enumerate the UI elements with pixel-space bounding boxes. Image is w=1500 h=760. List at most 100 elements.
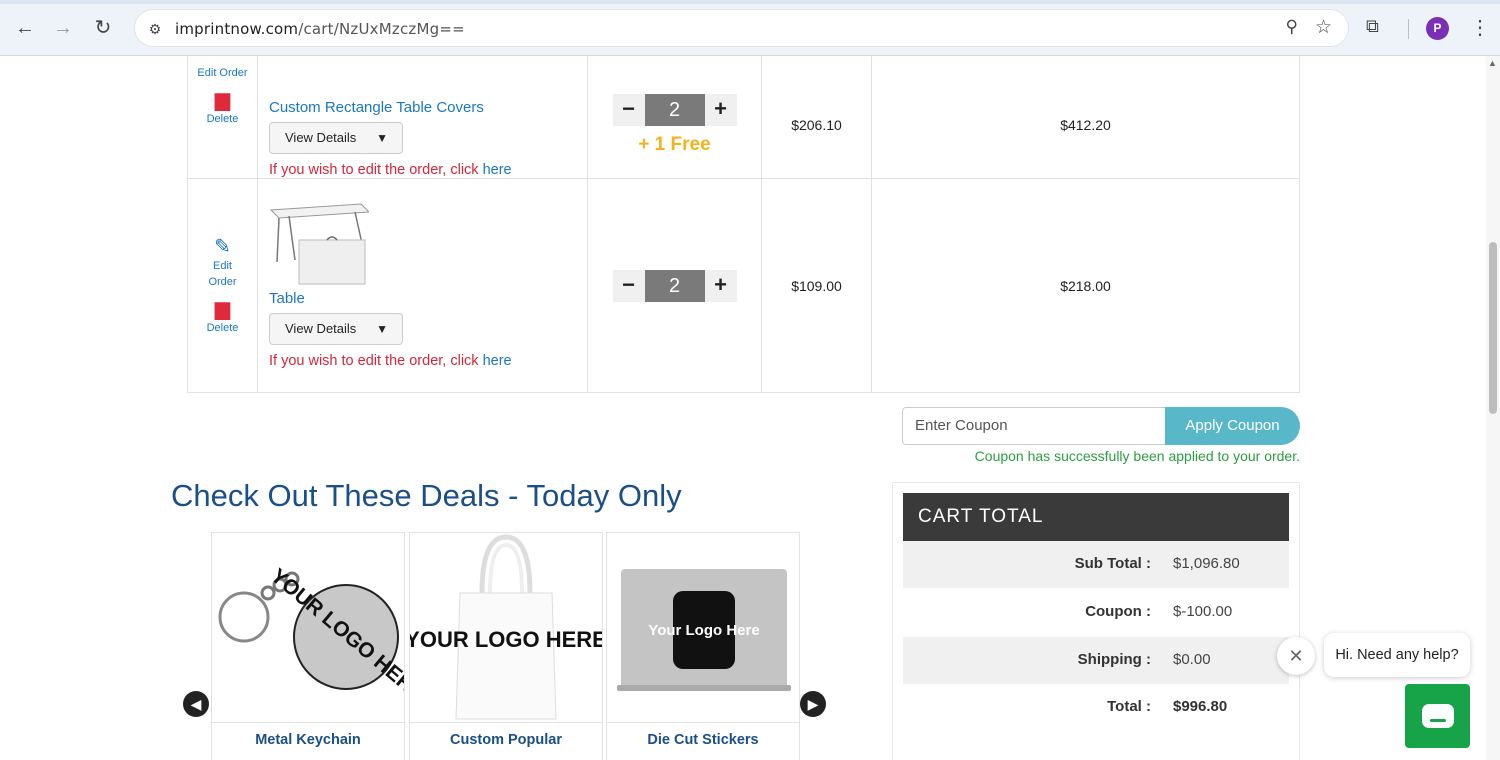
deal-name[interactable]: Metal Keychain xyxy=(212,732,404,748)
edit-note-text: If you wish to edit the order, click xyxy=(269,353,479,369)
edit-here-link[interactable]: here xyxy=(483,162,512,178)
toolbar-divider xyxy=(1408,19,1409,39)
quantity-stepper[interactable]: − 2 + xyxy=(612,93,737,126)
total-row: Total : $996.80 xyxy=(903,684,1289,731)
product-name-link[interactable]: Table xyxy=(269,290,587,307)
menu-kebab-icon[interactable]: ⋮ xyxy=(1470,15,1490,40)
delete-link[interactable]: Delete xyxy=(188,320,257,336)
edit-order-label-1: Edit xyxy=(213,259,232,272)
delete-link[interactable]: Delete xyxy=(188,111,257,127)
url-text[interactable]: imprintnow.com/cart/NzUxMzczMg== xyxy=(175,20,465,38)
subtotal-value: $1,096.80 xyxy=(1173,555,1240,572)
edit-order-link[interactable]: Edit Order xyxy=(188,65,257,81)
address-bar[interactable]: ⚙ imprintnow.com/cart/NzUxMzczMg== ⚲ ☆ xyxy=(134,9,1349,47)
coupon-label: Coupon : xyxy=(1085,603,1151,620)
forward-icon[interactable]: → xyxy=(50,14,76,42)
deal-name[interactable]: Custom Popular xyxy=(410,732,602,748)
line-total: $218.00 xyxy=(871,178,1300,393)
total-label: Total : xyxy=(1107,698,1151,715)
subtotal-row: Sub Total : $1,096.80 xyxy=(903,541,1289,588)
edit-note: If you wish to edit the order, click her… xyxy=(269,162,587,178)
profile-avatar[interactable]: P xyxy=(1426,17,1449,40)
chat-greeting-bubble[interactable]: Hi. Need any help? xyxy=(1324,633,1470,677)
product-name-link[interactable]: Custom Rectangle Table Covers xyxy=(269,99,587,116)
folding-table-illustration xyxy=(269,203,371,285)
laptop-sticker-illustration: Your Logo Here xyxy=(617,569,791,691)
logo-placeholder-text: Your Logo Here xyxy=(648,622,759,639)
shipping-row: Shipping : $0.00 xyxy=(903,637,1289,684)
view-details-dropdown[interactable]: View Details ▼ xyxy=(269,313,403,345)
chat-launcher-button[interactable] xyxy=(1405,684,1470,748)
edit-note-text: If you wish to edit the order, click xyxy=(269,162,479,178)
logo-placeholder-text: YOUR LOGO HERE xyxy=(410,627,602,652)
product-cell: Table View Details ▼ If you wish to edit… xyxy=(257,178,588,393)
coupon-row: Coupon : $-100.00 xyxy=(903,589,1289,636)
deal-image-stickers: Your Logo Here xyxy=(607,533,799,723)
reload-icon[interactable]: ↻ xyxy=(90,14,116,42)
chat-close-icon[interactable]: ✕ xyxy=(1277,637,1315,675)
edit-note: If you wish to edit the order, click her… xyxy=(269,353,587,369)
view-details-dropdown[interactable]: View Details ▼ xyxy=(269,122,403,154)
edit-here-link[interactable]: here xyxy=(483,353,512,369)
edit-icon[interactable]: ✎ xyxy=(188,236,257,258)
coupon-value: $-100.00 xyxy=(1173,603,1233,620)
page-content: Edit Order ▆ Delete Custom Rectangle Tab… xyxy=(0,56,1500,760)
quantity-value[interactable]: 2 xyxy=(644,269,705,302)
increase-quantity-button[interactable]: + xyxy=(704,93,737,126)
shipping-value: $0.00 xyxy=(1173,651,1211,668)
bookmark-star-icon[interactable]: ☆ xyxy=(1315,16,1332,39)
decrease-quantity-button[interactable]: − xyxy=(612,269,645,302)
deal-card[interactable]: YOUR LOGO HERE Custom Popular xyxy=(409,532,603,760)
cart-row: ✎ Edit Order ▆ Delete Table View Details… xyxy=(187,178,1300,393)
unit-price-value: $206.10 xyxy=(791,116,842,133)
cart-actions-cell: ✎ Edit Order ▆ Delete xyxy=(187,178,258,393)
deal-card[interactable]: YOUR LOGO HERE Metal Keychain xyxy=(211,532,405,760)
trash-icon[interactable]: ▆ xyxy=(188,298,257,320)
product-cell: Custom Rectangle Table Covers View Detai… xyxy=(257,56,588,179)
back-icon[interactable]: ← xyxy=(12,14,38,42)
scroll-up-icon[interactable]: ▲ xyxy=(1488,58,1497,68)
free-item-badge: + 1 Free xyxy=(638,133,711,155)
cart-table: Edit Order ▆ Delete Custom Rectangle Tab… xyxy=(187,56,1300,393)
coupon-success-message: Coupon has successfully been applied to … xyxy=(974,448,1300,464)
unit-price: $109.00 xyxy=(761,178,872,393)
edit-order-link[interactable]: Edit Order xyxy=(188,258,257,290)
quantity-stepper[interactable]: − 2 + xyxy=(612,269,737,302)
quantity-cell: − 2 + xyxy=(587,178,762,393)
deal-image-tote: YOUR LOGO HERE xyxy=(410,533,602,723)
coupon-input[interactable]: Enter Coupon xyxy=(902,407,1166,445)
keychain-illustration: YOUR LOGO HERE xyxy=(218,564,404,706)
site-info-icon[interactable]: ⚙ xyxy=(143,17,167,41)
carousel-prev-icon[interactable]: ◀ xyxy=(183,691,209,717)
carousel-next-icon[interactable]: ▶ xyxy=(800,691,826,717)
url-path: /cart/NzUxMzczMg== xyxy=(298,20,465,38)
cart-total-panel: CART TOTAL Sub Total : $1,096.80 Coupon … xyxy=(892,482,1300,760)
unit-price-value: $109.00 xyxy=(791,277,842,294)
quantity-cell: − 2 + + 1 Free xyxy=(587,56,762,179)
increase-quantity-button[interactable]: + xyxy=(704,269,737,302)
view-details-label: View Details xyxy=(285,321,357,336)
browser-toolbar: ← → ↻ ⚙ imprintnow.com/cart/NzUxMzczMg==… xyxy=(0,0,1500,56)
extensions-icon[interactable]: ⧉ xyxy=(1366,16,1379,37)
apply-coupon-button[interactable]: Apply Coupon xyxy=(1165,407,1300,445)
deal-card[interactable]: Your Logo Here Die Cut Stickers xyxy=(606,532,800,760)
decrease-quantity-button[interactable]: − xyxy=(612,93,645,126)
scrollbar-thumb[interactable] xyxy=(1489,242,1497,414)
cart-total-header: CART TOTAL xyxy=(903,493,1289,541)
line-total: $412.20 xyxy=(871,56,1300,179)
view-details-label: View Details xyxy=(285,130,357,145)
trash-icon[interactable]: ▆ xyxy=(188,89,257,111)
total-value: $996.80 xyxy=(1173,698,1228,715)
zoom-icon[interactable]: ⚲ xyxy=(1286,17,1298,37)
cart-row: Edit Order ▆ Delete Custom Rectangle Tab… xyxy=(187,56,1300,179)
deal-name[interactable]: Die Cut Stickers xyxy=(607,732,799,748)
edit-order-label-2: Order xyxy=(208,275,237,288)
quantity-value[interactable]: 2 xyxy=(644,93,705,126)
cart-actions-cell: Edit Order ▆ Delete xyxy=(187,56,258,179)
tab-strip xyxy=(0,0,1500,4)
line-total-value: $412.20 xyxy=(1060,116,1111,133)
chat-icon xyxy=(1422,704,1454,728)
chevron-down-icon: ▼ xyxy=(376,131,388,145)
unit-price: $206.10 xyxy=(761,56,872,179)
product-image-table[interactable] xyxy=(269,202,371,286)
